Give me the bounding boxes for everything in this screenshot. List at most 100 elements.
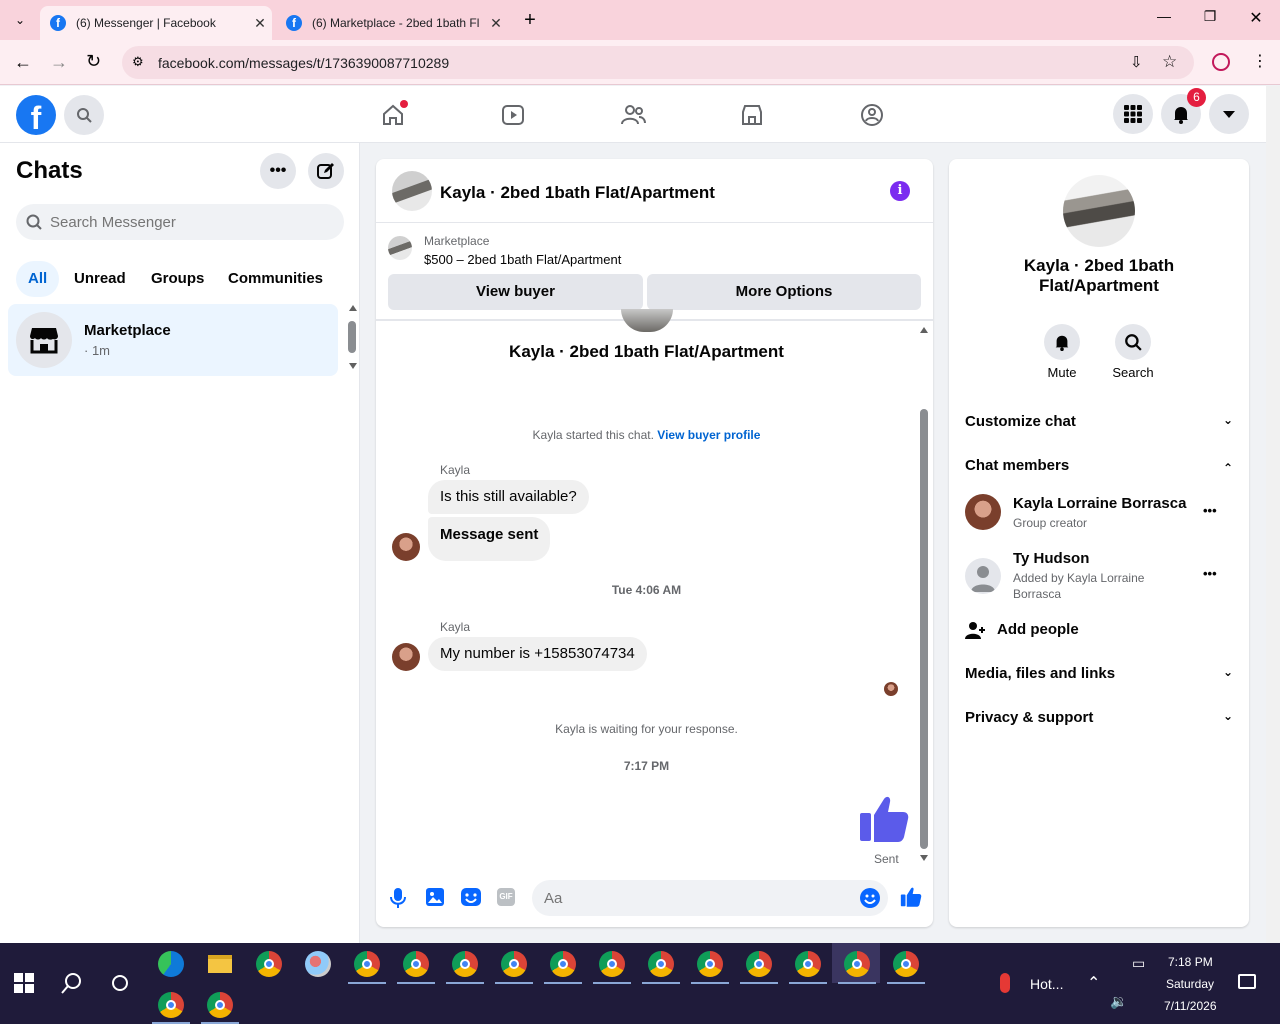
filter-communities[interactable]: Communities <box>216 261 335 297</box>
photo-icon[interactable] <box>426 888 444 906</box>
message-bubble[interactable]: My number is +15853074734 <box>428 637 647 671</box>
add-people-row[interactable]: Add people <box>965 619 1233 641</box>
chrome-profile-icon[interactable] <box>550 951 576 977</box>
chrome-profile-icon[interactable] <box>158 992 184 1018</box>
conversation-title[interactable]: Kayla · 2bed 1bath Flat/Apartment <box>440 183 715 203</box>
back-icon[interactable]: ← <box>14 52 32 73</box>
member-options-button[interactable]: ••• <box>1203 566 1217 581</box>
filter-unread[interactable]: Unread <box>62 261 138 297</box>
message-bubble[interactable]: Is this still available? <box>428 480 589 514</box>
nav-groups[interactable] <box>857 100 887 130</box>
weather-text[interactable]: Hot... <box>1030 976 1063 992</box>
nav-home[interactable] <box>378 100 408 130</box>
paint-icon[interactable] <box>305 951 331 977</box>
message-bubble[interactable]: Message sent <box>428 517 551 561</box>
chrome-profile-icon[interactable] <box>599 951 625 977</box>
nav-video[interactable] <box>498 100 528 130</box>
nav-marketplace[interactable] <box>737 100 767 130</box>
sender-avatar[interactable] <box>392 533 420 561</box>
message-input[interactable] <box>544 880 844 916</box>
nav-friends[interactable] <box>618 100 648 130</box>
chat-members-row[interactable]: Chat members ⌃ <box>965 457 1233 475</box>
page-scrollbar[interactable] <box>1266 86 1280 943</box>
voice-clip-icon[interactable] <box>390 888 406 908</box>
send-like-button[interactable] <box>900 886 922 908</box>
privacy-support-row[interactable]: Privacy & support ⌄ <box>965 709 1233 726</box>
reload-icon[interactable]: ↻ <box>86 51 101 72</box>
tab-list-dropdown[interactable]: ⌄ <box>10 10 30 30</box>
sticker-icon[interactable] <box>461 888 481 906</box>
notification-center-icon[interactable] <box>1238 974 1256 989</box>
member-name[interactable]: Ty Hudson <box>1013 550 1089 567</box>
notifications-button[interactable]: 6 <box>1161 88 1206 134</box>
chrome-profile-icon[interactable] <box>648 951 674 977</box>
task-view-button[interactable] <box>112 975 128 991</box>
chrome-profile-icon[interactable] <box>452 951 478 977</box>
gif-icon[interactable]: GIF <box>497 888 515 906</box>
emoji-icon[interactable] <box>860 888 880 908</box>
mute-button[interactable] <box>1044 324 1080 360</box>
view-buyer-profile-link[interactable]: View buyer profile <box>657 428 760 442</box>
message-scrollbar[interactable] <box>917 325 931 863</box>
search-messenger-field[interactable] <box>16 204 344 240</box>
minimize-button[interactable]: — <box>1152 8 1176 24</box>
chrome-profile-icon-active[interactable] <box>844 951 870 977</box>
filter-all[interactable]: All <box>16 261 60 297</box>
chats-options-button[interactable]: ••• <box>260 153 296 189</box>
close-window-button[interactable]: ✕ <box>1244 8 1268 28</box>
more-options-button[interactable]: More Options <box>647 274 921 310</box>
chat-list-item[interactable]: Marketplace · 1m <box>8 304 338 376</box>
browser-menu-icon[interactable]: ⋮ <box>1252 51 1268 71</box>
chrome-profile-icon[interactable] <box>893 951 919 977</box>
chrome-profile-icon[interactable] <box>697 951 723 977</box>
listing-profile-photo[interactable] <box>1063 175 1135 247</box>
network-icon[interactable]: ▭ <box>1132 955 1145 972</box>
clock-day[interactable]: Saturday <box>1166 977 1214 991</box>
tab-messenger[interactable]: f (6) Messenger | Facebook ✕ <box>40 6 272 40</box>
taskbar-search-button[interactable] <box>60 971 84 995</box>
view-buyer-button[interactable]: View buyer <box>388 274 643 310</box>
new-tab-button[interactable]: + <box>518 8 542 32</box>
listing-thumbnail[interactable] <box>388 236 412 260</box>
account-button[interactable] <box>1209 94 1249 134</box>
volume-icon[interactable]: 🔉 <box>1110 993 1127 1010</box>
file-explorer-icon[interactable] <box>208 955 232 973</box>
info-button[interactable]: i <box>890 181 910 201</box>
tab-marketplace[interactable]: f (6) Marketplace - 2bed 1bath Fl ✕ <box>276 6 508 40</box>
close-tab-icon[interactable]: ✕ <box>248 15 272 32</box>
facebook-logo-icon[interactable]: f <box>16 95 56 135</box>
chrome-profile-icon[interactable] <box>207 992 233 1018</box>
member-avatar-ty[interactable] <box>965 558 1001 594</box>
restore-button[interactable]: ❐ <box>1198 8 1222 25</box>
chrome-profile-icon[interactable] <box>354 951 380 977</box>
menu-button[interactable] <box>1113 94 1153 134</box>
filter-groups[interactable]: Groups <box>139 261 216 297</box>
chat-list-scrollbar[interactable] <box>346 305 358 371</box>
customize-chat-row[interactable]: Customize chat ⌄ <box>965 413 1233 430</box>
address-bar[interactable]: ⚙ facebook.com/messages/t/17363900877102… <box>122 46 1194 79</box>
weather-icon[interactable] <box>1000 973 1010 993</box>
sent-like-sticker[interactable] <box>858 793 910 845</box>
clock-time[interactable]: 7:18 PM <box>1168 955 1213 969</box>
chrome-profile-icon[interactable] <box>403 951 429 977</box>
edge-icon[interactable] <box>158 951 184 977</box>
chrome-icon[interactable] <box>256 951 282 977</box>
install-app-icon[interactable]: ⇩ <box>1130 53 1143 71</box>
member-avatar-kayla[interactable] <box>965 494 1001 530</box>
clock-date[interactable]: 7/11/2026 <box>1164 999 1217 1013</box>
media-files-row[interactable]: Media, files and links ⌄ <box>965 665 1233 682</box>
profile-icon[interactable] <box>1212 53 1230 71</box>
close-tab-icon[interactable]: ✕ <box>484 15 508 32</box>
forward-icon[interactable]: → <box>50 52 68 73</box>
sender-avatar[interactable] <box>392 643 420 671</box>
search-conversation-button[interactable] <box>1115 324 1151 360</box>
search-button[interactable] <box>64 95 104 135</box>
listing-detail[interactable]: $500 – 2bed 1bath Flat/Apartment <box>424 252 621 267</box>
start-button[interactable] <box>14 973 34 993</box>
chrome-profile-icon[interactable] <box>795 951 821 977</box>
new-message-button[interactable] <box>308 153 344 189</box>
show-hidden-icons[interactable]: ⌃ <box>1087 973 1100 993</box>
search-input[interactable] <box>50 204 330 240</box>
bookmark-star-icon[interactable]: ☆ <box>1162 52 1177 72</box>
chrome-profile-icon[interactable] <box>501 951 527 977</box>
